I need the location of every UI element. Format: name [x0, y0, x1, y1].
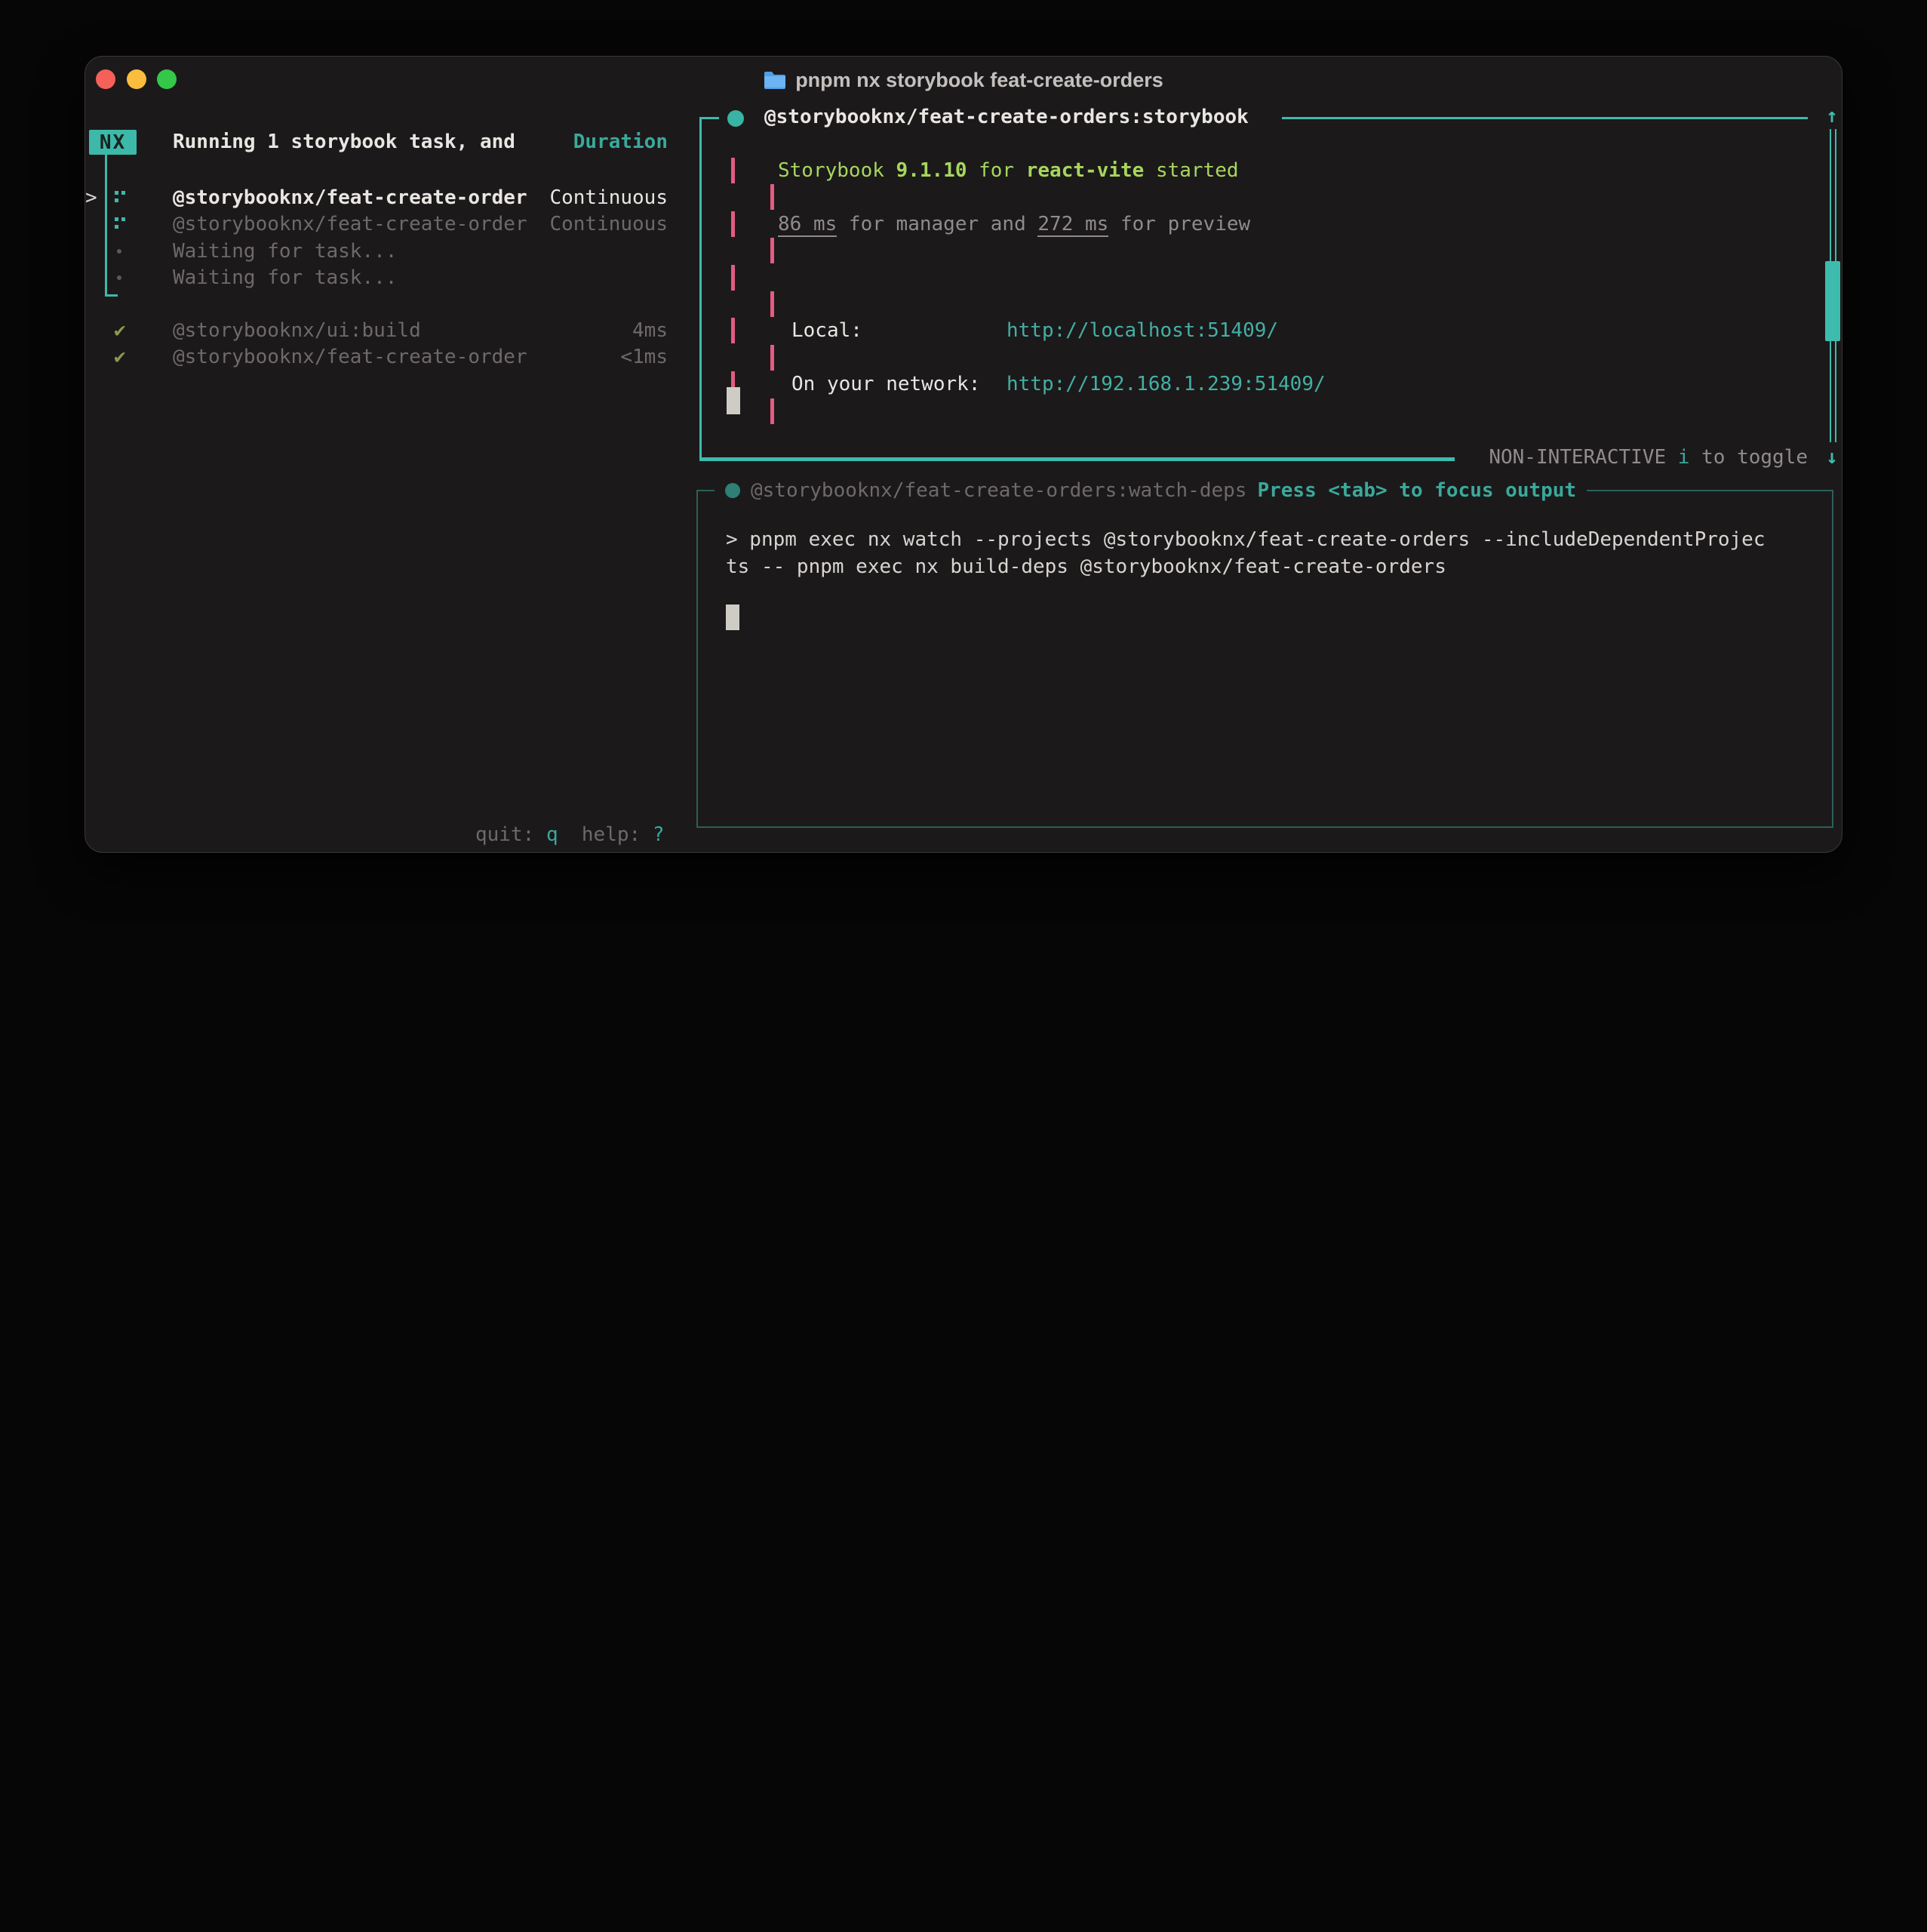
completed-task-row[interactable]: ✔ @storybooknx/ui:build 4ms: [85, 317, 668, 344]
scroll-down-arrow-icon[interactable]: ↓: [1818, 444, 1846, 471]
scroll-up-arrow-icon[interactable]: ↑: [1818, 103, 1846, 130]
storybook-version: 9.1.10: [896, 159, 967, 182]
selection-cursor: >: [85, 184, 97, 211]
task-row[interactable]: Waiting for task...: [85, 264, 668, 291]
task-duration: 4ms: [632, 317, 668, 344]
pipe-glyph: [770, 184, 774, 210]
storybook-panel-border: [699, 117, 719, 119]
tasklist-header-text: Running 1 storybook task, and: [173, 128, 515, 155]
pipe-glyph: [731, 318, 735, 343]
pipe-glyph: [770, 345, 774, 371]
local-url-link[interactable]: http://localhost:51409/: [1007, 317, 1278, 344]
check-icon: ✔: [114, 343, 135, 371]
tasklist-header: Running 1 storybook task, and Duration: [85, 128, 668, 155]
pipe-glyph: [731, 158, 735, 183]
non-interactive-hint: NON-INTERACTIVE i to toggle: [1217, 444, 1808, 471]
pipe-glyph: [731, 211, 735, 237]
task-status-dot-icon: [725, 483, 740, 498]
waiting-dot-icon: [117, 249, 121, 254]
check-icon: ✔: [114, 317, 135, 344]
keyboard-hints: quit: q help: ?: [475, 821, 665, 848]
toggle-key: i: [1678, 446, 1690, 469]
pipe-glyph: [770, 238, 774, 263]
watch-deps-panel-header: @storybooknx/feat-create-orders:watch-de…: [715, 476, 1587, 505]
titlebar: pnpm nx storybook feat-create-orders: [85, 67, 1842, 93]
completed-task-row[interactable]: ✔ @storybooknx/feat-create-order <1ms: [85, 343, 668, 371]
pipe-glyph: [731, 265, 735, 291]
watch-command-line: > pnpm exec nx watch --projects @storybo…: [726, 526, 1766, 553]
window-title: pnpm nx storybook feat-create-orders: [795, 66, 1163, 94]
task-row[interactable]: Waiting for task...: [85, 238, 668, 265]
watch-command-line: ts -- pnpm exec nx build-deps @storybook…: [726, 553, 1446, 580]
block-cursor: [726, 605, 739, 630]
storybook-started-line: Storybook 9.1.10 for react-vite started: [778, 157, 1239, 184]
local-label: Local:: [791, 317, 862, 344]
storybook-builder: react-vite: [1026, 159, 1145, 182]
task-row[interactable]: @storybooknx/feat-create-order Continuou…: [85, 211, 668, 238]
scrollbar-thumb[interactable]: [1825, 261, 1840, 341]
spinner-icon: [114, 216, 126, 232]
quit-key: q: [546, 823, 558, 846]
block-cursor: [727, 387, 740, 414]
preview-time: 272 ms: [1037, 213, 1108, 237]
task-status-dot-icon: [727, 110, 744, 127]
manager-time: 86 ms: [778, 213, 837, 237]
task-row[interactable]: > @storybooknx/feat-create-order Continu…: [85, 184, 668, 211]
storybook-panel-title: @storybooknx/feat-create-orders:storyboo…: [764, 103, 1249, 131]
storybook-perf-line: 86 ms for manager and 272 ms for preview: [778, 211, 1250, 238]
help-key: ?: [653, 823, 665, 846]
spinner-icon: [114, 189, 126, 206]
watch-deps-panel-title: @storybooknx/feat-create-orders:watch-de…: [751, 477, 1246, 504]
storybook-panel-border: [1282, 117, 1808, 119]
pipe-glyph: [770, 398, 774, 424]
folder-icon: [764, 70, 786, 90]
pipe-glyph: [770, 291, 774, 317]
duration-column-header: Duration: [573, 128, 668, 155]
focus-output-hint: Press <tab> to focus output: [1257, 477, 1576, 504]
terminal-window: pnpm nx storybook feat-create-orders NX …: [85, 56, 1842, 853]
network-label: On your network:: [791, 371, 980, 398]
network-url-link[interactable]: http://192.168.1.239:51409/: [1007, 371, 1326, 398]
waiting-dot-icon: [117, 275, 121, 280]
task-duration: <1ms: [620, 343, 668, 371]
storybook-panel-border: [699, 117, 702, 461]
